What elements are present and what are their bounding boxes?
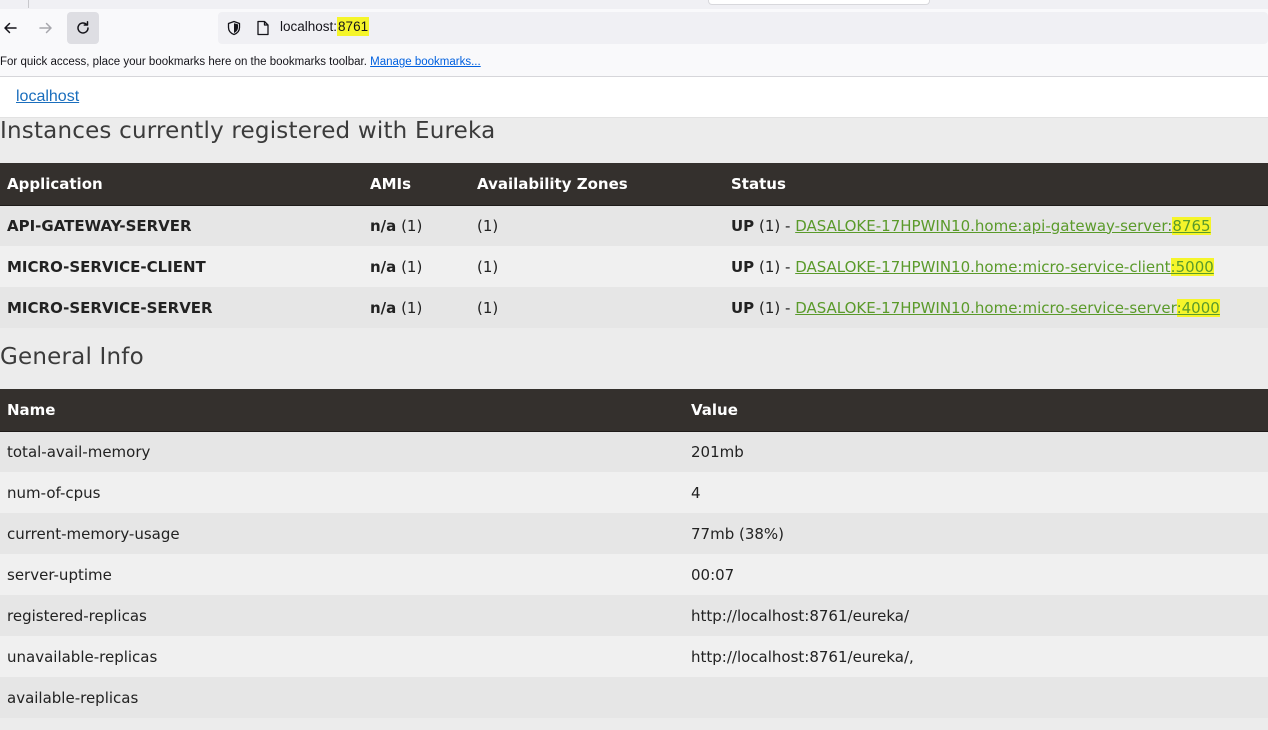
info-value: http://localhost:8761/eureka/,	[684, 636, 1268, 677]
status-up: UP	[731, 257, 755, 276]
status-up: UP	[731, 216, 755, 235]
ami-count: (1)	[401, 257, 423, 276]
arrow-left-icon	[4, 22, 17, 34]
amis-cell: n/a (1)	[363, 205, 470, 246]
page-header: localhost	[0, 77, 1268, 118]
general-info-table: Name Value total-avail-memory 201mb num-…	[0, 389, 1268, 718]
column-status: Status	[724, 163, 1268, 206]
instance-link[interactable]: DASALOKE-17HPWIN10.home:micro-service-se…	[795, 298, 1220, 317]
back-button[interactable]	[0, 12, 26, 44]
page-icon[interactable]	[256, 20, 270, 36]
application-name: MICRO-SERVICE-CLIENT	[0, 246, 363, 287]
table-row: num-of-cpus 4	[0, 472, 1268, 513]
zones-cell: (1)	[470, 246, 724, 287]
info-name: total-avail-memory	[0, 431, 684, 472]
active-tab-edge[interactable]	[708, 0, 930, 5]
info-name: current-memory-usage	[0, 513, 684, 554]
manage-bookmarks-link[interactable]: Manage bookmarks...	[370, 56, 481, 68]
table-row: registered-replicas http://localhost:876…	[0, 595, 1268, 636]
column-application: Application	[0, 163, 363, 206]
ami-label: n/a	[370, 216, 397, 235]
url-port: 8761	[337, 17, 370, 36]
info-value	[684, 677, 1268, 718]
instances-title: Instances currently registered with Eure…	[0, 118, 496, 144]
status-up: UP	[731, 298, 755, 317]
info-name: available-replicas	[0, 677, 684, 718]
tab-divider	[28, 0, 29, 8]
ami-count: (1)	[401, 298, 423, 317]
instance-link-port: :4000	[1176, 298, 1220, 317]
info-value: 4	[684, 472, 1268, 513]
amis-cell: n/a (1)	[363, 287, 470, 328]
instances-header-row: Application AMIs Availability Zones Stat…	[0, 163, 1268, 206]
application-name: MICRO-SERVICE-SERVER	[0, 287, 363, 328]
address-bar[interactable]: localhost:8761	[218, 12, 1268, 44]
tab-strip	[0, 0, 1268, 9]
table-row: available-replicas	[0, 677, 1268, 718]
instance-link-main: DASALOKE-17HPWIN10.home:micro-service-cl…	[795, 257, 1171, 276]
bookmarks-message-text: For quick access, place your bookmarks h…	[0, 56, 367, 68]
bookmarks-message: For quick access, place your bookmarks h…	[0, 56, 481, 68]
info-name: server-uptime	[0, 554, 684, 595]
instance-link-port: :5000	[1170, 257, 1214, 276]
forward-button[interactable]	[30, 12, 62, 44]
info-value: 77mb (38%)	[684, 513, 1268, 554]
table-row: server-uptime 00:07	[0, 554, 1268, 595]
shield-icon[interactable]	[226, 20, 242, 36]
ami-count: (1)	[401, 216, 423, 235]
table-row: current-memory-usage 77mb (38%)	[0, 513, 1268, 554]
arrow-right-icon	[39, 22, 52, 34]
ami-label: n/a	[370, 298, 397, 317]
column-name: Name	[0, 389, 684, 432]
info-name: num-of-cpus	[0, 472, 684, 513]
column-availability-zones: Availability Zones	[470, 163, 724, 206]
instance-link-main: DASALOKE-17HPWIN10.home:micro-service-se…	[795, 298, 1177, 317]
url-host: localhost:	[280, 19, 338, 34]
general-info-title: General Info	[0, 344, 144, 370]
instance-link-port: 8765	[1172, 216, 1211, 235]
table-row: API-GATEWAY-SERVER n/a (1) (1) UP (1) - …	[0, 205, 1268, 246]
home-link[interactable]: localhost	[16, 88, 79, 106]
info-value: http://localhost:8761/eureka/	[684, 595, 1268, 636]
info-name: registered-replicas	[0, 595, 684, 636]
info-name: unavailable-replicas	[0, 636, 684, 677]
table-row: MICRO-SERVICE-SERVER n/a (1) (1) UP (1) …	[0, 287, 1268, 328]
general-info-header-row: Name Value	[0, 389, 1268, 432]
status-count: (1) -	[758, 257, 791, 276]
instance-link-main: DASALOKE-17HPWIN10.home:api-gateway-serv…	[795, 216, 1173, 235]
status-cell: UP (1) - DASALOKE-17HPWIN10.home:micro-s…	[724, 246, 1268, 287]
url-text[interactable]: localhost:8761	[280, 17, 370, 36]
amis-cell: n/a (1)	[363, 246, 470, 287]
status-count: (1) -	[758, 216, 791, 235]
reload-button[interactable]	[67, 12, 99, 44]
instance-link[interactable]: DASALOKE-17HPWIN10.home:micro-service-cl…	[795, 257, 1214, 276]
table-row: unavailable-replicas http://localhost:87…	[0, 636, 1268, 677]
column-amis: AMIs	[363, 163, 470, 206]
table-row: total-avail-memory 201mb	[0, 431, 1268, 472]
instance-link[interactable]: DASALOKE-17HPWIN10.home:api-gateway-serv…	[795, 216, 1211, 235]
status-cell: UP (1) - DASALOKE-17HPWIN10.home:micro-s…	[724, 287, 1268, 328]
column-value: Value	[684, 389, 1268, 432]
status-cell: UP (1) - DASALOKE-17HPWIN10.home:api-gat…	[724, 205, 1268, 246]
bookmarks-toolbar: For quick access, place your bookmarks h…	[0, 49, 1268, 77]
zones-cell: (1)	[470, 205, 724, 246]
navigation-toolbar: localhost:8761	[0, 9, 1268, 49]
application-name: API-GATEWAY-SERVER	[0, 205, 363, 246]
info-value: 201mb	[684, 431, 1268, 472]
zones-cell: (1)	[470, 287, 724, 328]
status-count: (1) -	[758, 298, 791, 317]
ami-label: n/a	[370, 257, 397, 276]
info-value: 00:07	[684, 554, 1268, 595]
table-row: MICRO-SERVICE-CLIENT n/a (1) (1) UP (1) …	[0, 246, 1268, 287]
instances-table: Application AMIs Availability Zones Stat…	[0, 163, 1268, 328]
reload-icon	[77, 21, 89, 34]
